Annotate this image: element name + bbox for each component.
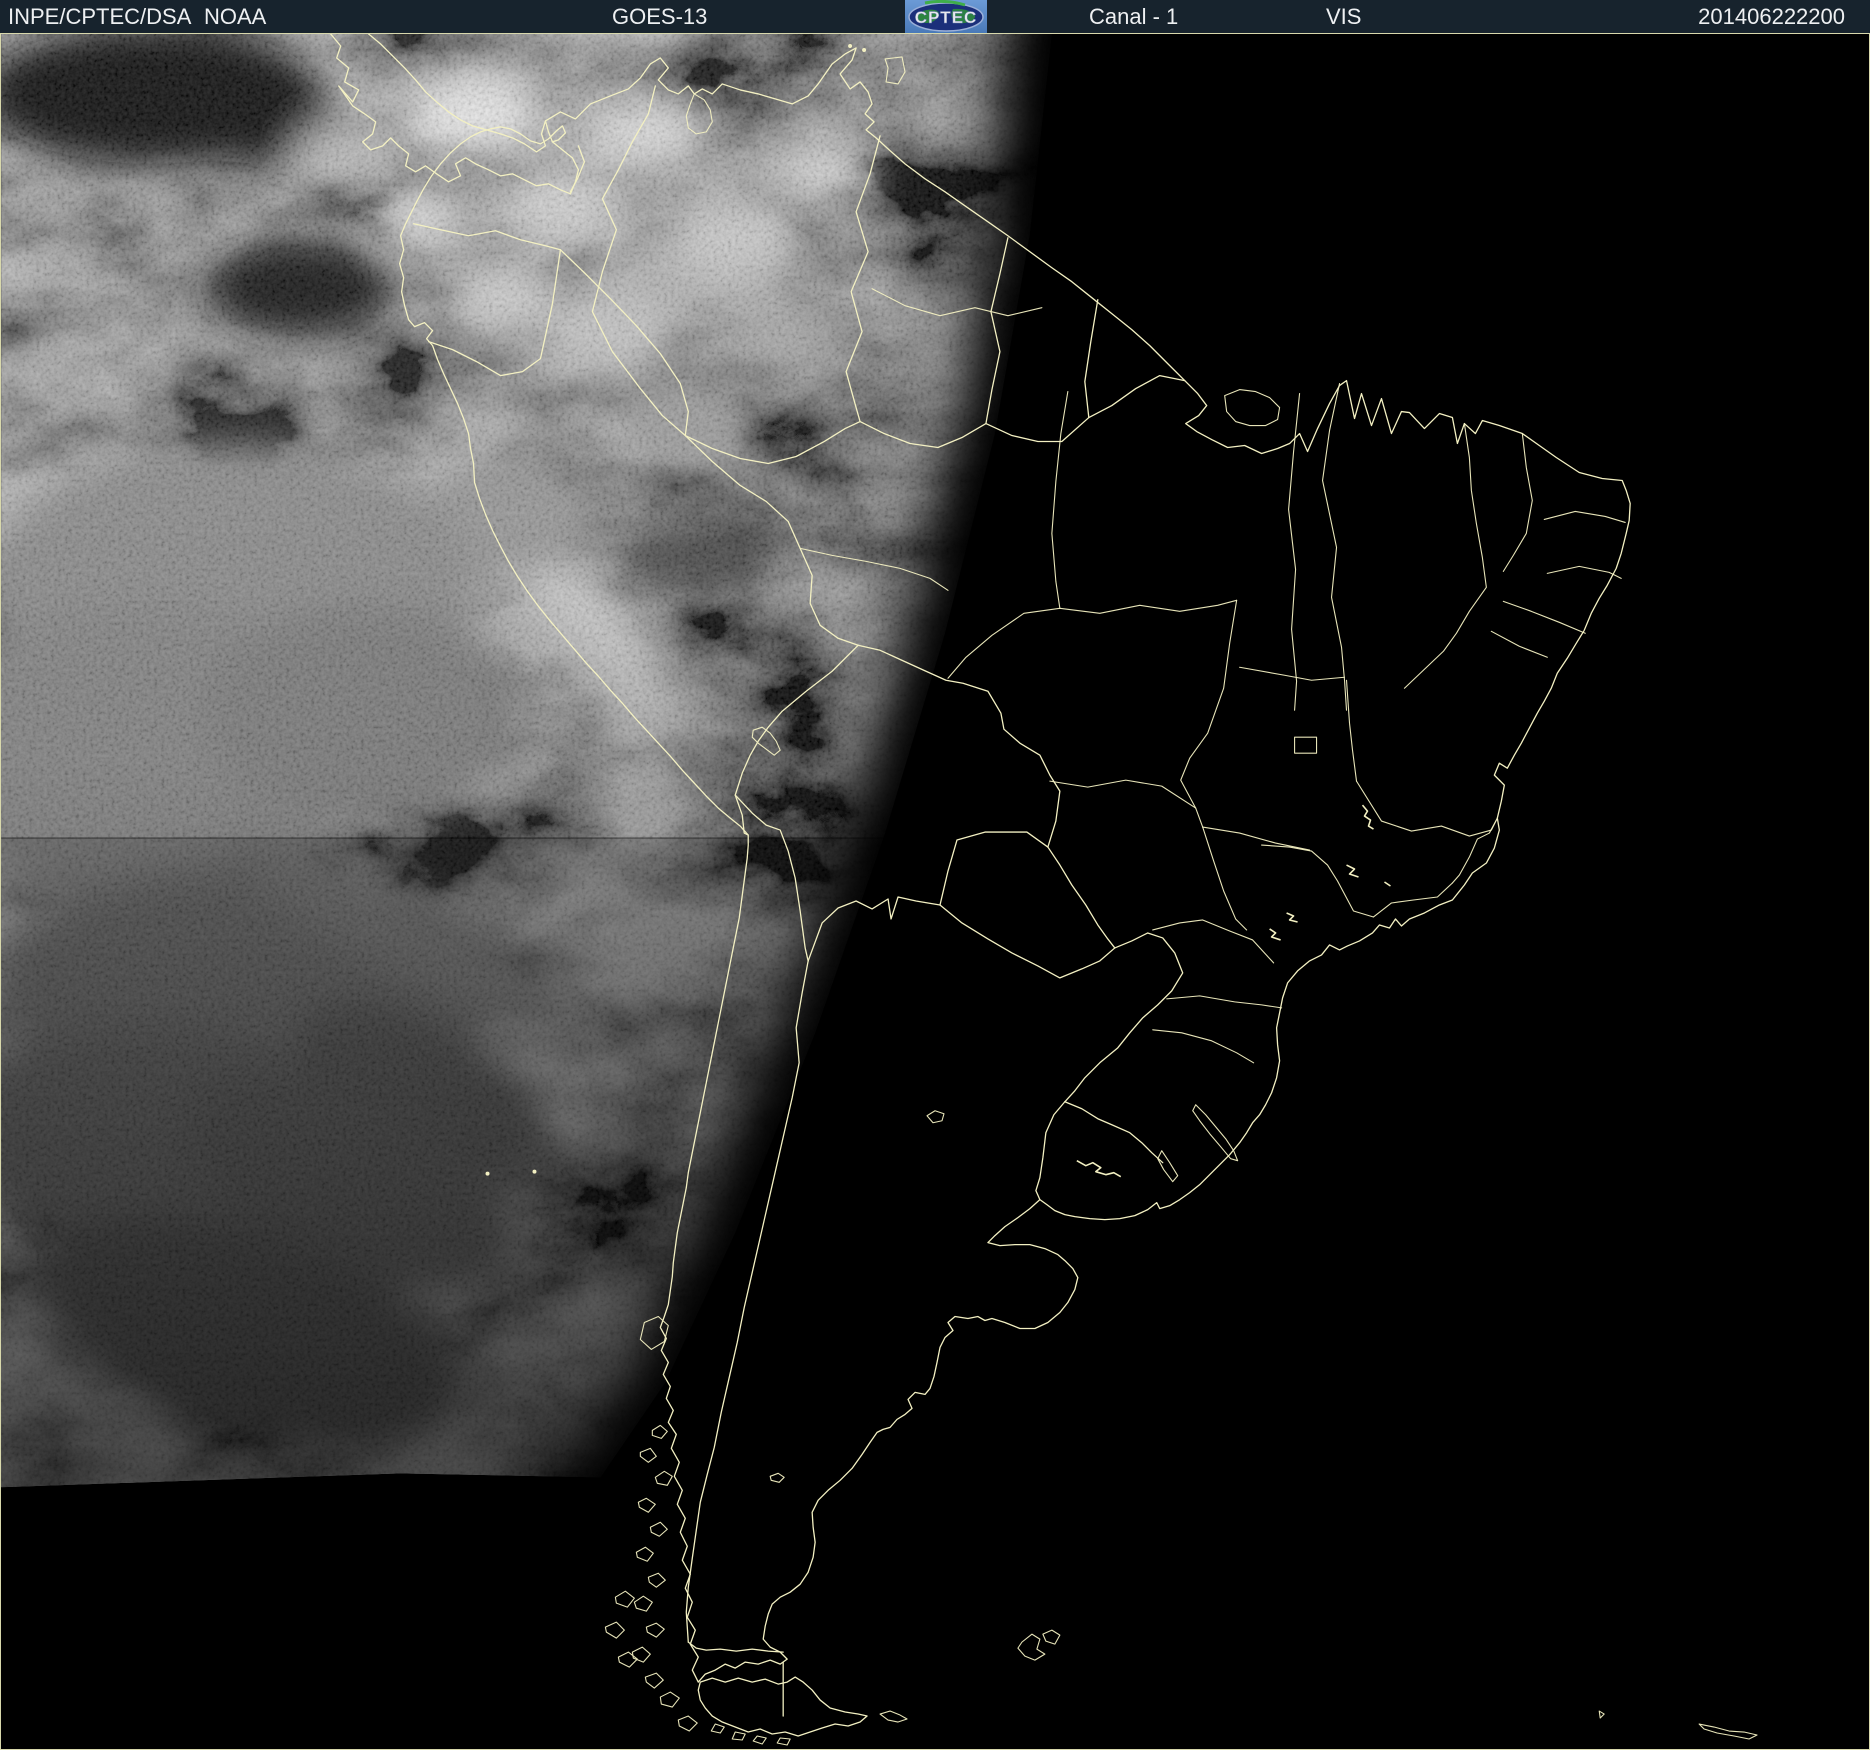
- satellite-map: [1, 34, 1869, 1749]
- pacific-islet-1: [485, 1171, 490, 1176]
- band-label: VIS: [1326, 4, 1362, 29]
- goes13-satellite-product: { "header": { "agency": "INPE/CPTEC/DSA"…: [0, 0, 1870, 1750]
- satellite-map-area: [0, 33, 1870, 1750]
- satellite-label: GOES-13: [612, 4, 708, 29]
- header-bar: INPE/CPTEC/DSA NOAA GOES-13 CPTEC Canal …: [0, 0, 1870, 33]
- cptec-logo-globe-icon: CPTEC: [908, 0, 984, 32]
- cptec-logo: CPTEC: [905, 0, 987, 33]
- margarita-island: [848, 43, 853, 48]
- cptec-logo-label: CPTEC: [915, 8, 978, 27]
- pacific-islet-2: [532, 1169, 537, 1174]
- agency-label: INPE/CPTEC/DSA: [8, 4, 192, 29]
- timestamp-label: 201406222200: [1698, 4, 1845, 29]
- tobago-island: [862, 47, 867, 52]
- noaa-label: NOAA: [204, 4, 267, 29]
- channel-label: Canal - 1: [1089, 4, 1179, 29]
